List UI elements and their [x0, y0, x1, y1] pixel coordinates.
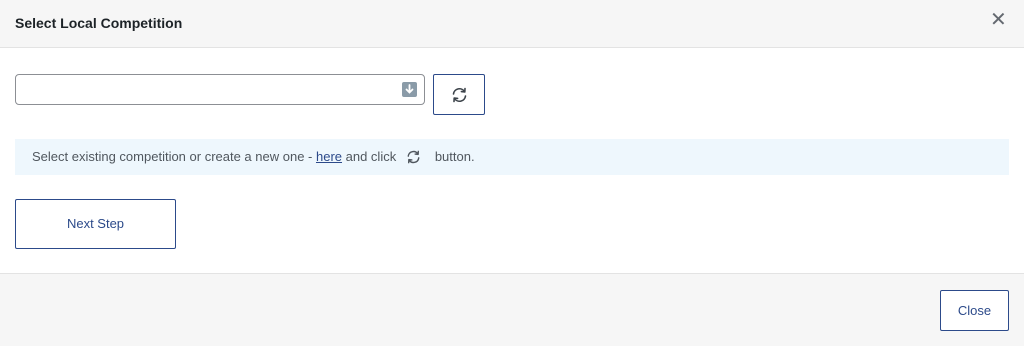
competition-select[interactable]	[15, 74, 425, 105]
modal-footer: Close	[0, 273, 1024, 346]
next-step-button[interactable]: Next Step	[15, 199, 176, 249]
close-button[interactable]: Close	[940, 290, 1009, 331]
notice-text-before: Select existing competition or create a …	[32, 149, 316, 164]
select-competition-modal: Select Local Competition ✕ Select existi…	[0, 0, 1024, 346]
refresh-icon	[406, 142, 421, 178]
info-notice: Select existing competition or create a …	[15, 139, 1009, 175]
close-icon[interactable]: ✕	[990, 10, 1007, 30]
refresh-icon	[452, 87, 467, 103]
arrow-down-icon	[402, 82, 417, 97]
here-link[interactable]: here	[316, 149, 342, 164]
refresh-button[interactable]	[433, 74, 485, 115]
modal-title: Select Local Competition	[15, 15, 183, 31]
notice-text-after: button.	[431, 149, 475, 164]
notice-text-middle: and click	[342, 149, 397, 164]
modal-header: Select Local Competition ✕	[0, 0, 1024, 48]
